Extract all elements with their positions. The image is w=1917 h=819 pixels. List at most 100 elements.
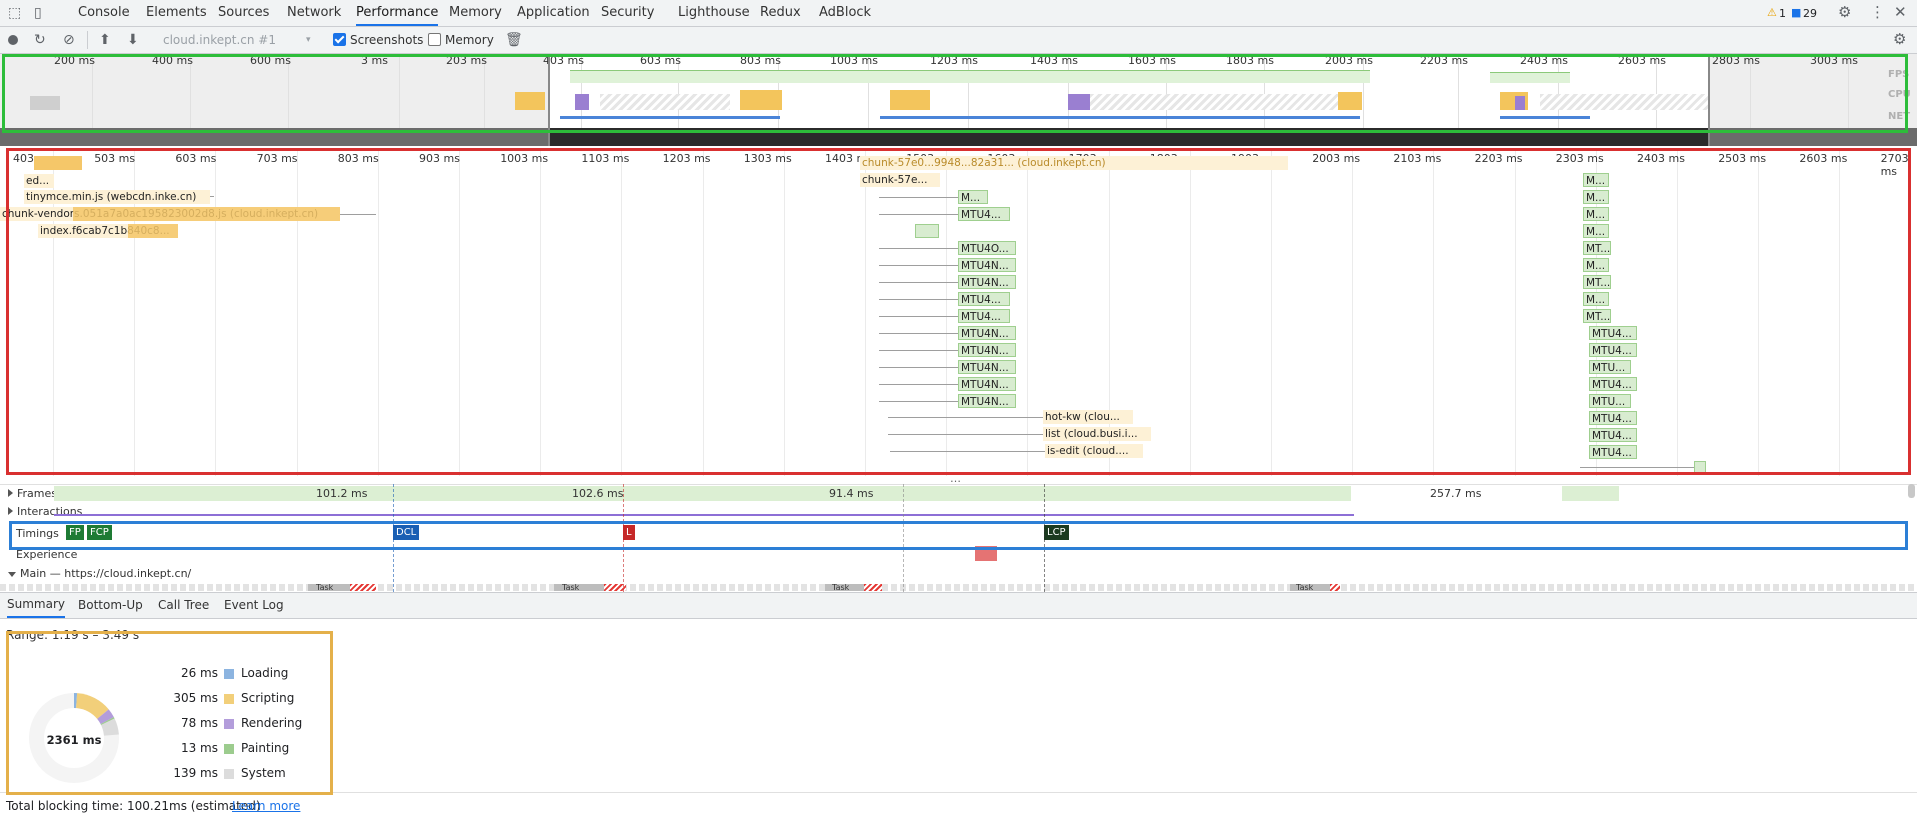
network-request-bar[interactable]: MTU4N... <box>958 258 1016 272</box>
tab-call-tree[interactable]: Call Tree <box>158 593 209 618</box>
tab-summary[interactable]: Summary <box>7 593 65 618</box>
network-request-bar[interactable]: hot-kw (clou... <box>1043 410 1133 424</box>
network-flame-area[interactable]: 403 ms503 ms603 ms703 ms803 ms903 ms1003… <box>0 148 1917 476</box>
timing-marker-fcp[interactable]: FCP <box>87 525 112 540</box>
timing-marker-lcp[interactable]: LCP <box>1044 525 1069 540</box>
network-request-bar[interactable]: list (cloud.busi.i... <box>1043 427 1151 441</box>
tab-application[interactable]: Application <box>517 0 590 26</box>
more-options-icon[interactable]: ⋮ <box>1870 5 1885 20</box>
timings-track[interactable]: Timings FP FCP DCL L LCP <box>0 525 1917 542</box>
main-thread-toggle[interactable]: Main — https://cloud.inkept.cn/ <box>4 567 191 580</box>
tab-network[interactable]: Network <box>287 0 341 26</box>
checkbox-checked-icon[interactable] <box>333 33 346 46</box>
network-request-bar[interactable] <box>915 224 939 238</box>
network-request-bar[interactable]: M... <box>1583 207 1609 221</box>
tab-lighthouse[interactable]: Lighthouse <box>678 0 750 26</box>
capture-settings-gear-icon[interactable]: ⚙ <box>1893 32 1906 47</box>
network-request-bar[interactable]: MTU4... <box>1589 445 1637 459</box>
tab-console[interactable]: Console <box>78 0 130 26</box>
vertical-scrollbar[interactable] <box>1908 484 1915 498</box>
close-devtools-icon[interactable]: ✕ <box>1894 5 1907 20</box>
network-request-bar[interactable]: MTU4... <box>1589 326 1637 340</box>
tab-event-log[interactable]: Event Log <box>224 593 284 618</box>
network-request-bar[interactable]: MT... <box>1583 241 1611 255</box>
tab-bottom-up[interactable]: Bottom-Up <box>78 593 143 618</box>
profile-select[interactable]: cloud.inkept.cn #1 <box>163 27 276 53</box>
network-request-bar[interactable]: M... <box>1583 173 1609 187</box>
interactions-toggle[interactable]: Interactions <box>4 505 82 518</box>
frames-toggle[interactable]: Frames <box>4 487 57 500</box>
selection-handle-left[interactable] <box>548 54 550 146</box>
network-request-bar[interactable]: MTU4... <box>958 309 1010 323</box>
network-request-bar[interactable]: MTU4... <box>958 292 1010 306</box>
tab-memory[interactable]: Memory <box>449 0 502 26</box>
warning-icon[interactable]: ⚠ <box>1767 6 1777 19</box>
interactions-track[interactable]: Interactions <box>0 503 1917 520</box>
screenshots-checkbox[interactable]: Screenshots <box>333 27 423 53</box>
record-icon[interactable] <box>8 35 18 45</box>
frame-duration[interactable]: 257.7 ms <box>1430 487 1481 500</box>
device-toolbar-icon[interactable]: ▯ <box>34 6 42 20</box>
network-request-bar[interactable]: MT... <box>1583 309 1611 323</box>
network-request-bar[interactable]: chunk-57e0...9948...82a31... (cloud.inke… <box>860 156 1288 170</box>
network-request-bar[interactable]: is-edit (cloud.... <box>1045 444 1143 458</box>
timeline-overview[interactable]: 200 ms 400 ms 600 ms 3 ms 203 ms 403 ms 603 ms… <box>0 54 1917 146</box>
expand-arrow-icon[interactable] <box>8 507 13 515</box>
tab-sources[interactable]: Sources <box>218 0 269 26</box>
network-request-bar[interactable]: MTU4... <box>1589 377 1637 391</box>
main-thread-track[interactable]: Main — https://cloud.inkept.cn/ Task Tas… <box>0 566 1917 591</box>
network-request-bar[interactable]: ed... <box>24 174 54 188</box>
network-request-bar[interactable]: chunk-57e... <box>860 173 940 187</box>
network-request-bar[interactable]: M... <box>1583 190 1609 204</box>
network-request-bar[interactable]: MTU4O... <box>958 241 1016 255</box>
network-request-bar[interactable]: MTU... <box>1589 394 1631 408</box>
tab-elements[interactable]: Elements <box>146 0 207 26</box>
network-request-bar[interactable]: tinymce.min.js (webcdn.inke.cn) <box>24 190 210 204</box>
frame-duration[interactable]: 91.4 ms <box>829 487 873 500</box>
tab-redux[interactable]: Redux <box>760 0 801 26</box>
timing-marker-dcl[interactable]: DCL <box>393 525 420 540</box>
chevron-down-icon[interactable]: ▾ <box>306 35 311 45</box>
message-icon[interactable]: ■ <box>1791 6 1801 19</box>
network-request-bar[interactable]: MTU4... <box>1589 428 1637 442</box>
network-request-bar[interactable] <box>1694 461 1706 475</box>
network-request-bar[interactable]: MTU4... <box>958 207 1010 221</box>
network-request-bar[interactable]: MTU4... <box>1589 411 1637 425</box>
network-request-bar[interactable]: M... <box>1583 292 1609 306</box>
network-request-bar[interactable]: MTU4N... <box>958 360 1016 374</box>
layout-shift-marker[interactable] <box>975 546 997 561</box>
inspect-element-icon[interactable]: ⬚ <box>8 6 21 20</box>
tab-adblock[interactable]: AdBlock <box>819 0 871 26</box>
network-request-bar[interactable]: MTU4N... <box>958 326 1016 340</box>
clear-icon[interactable]: ⊘ <box>63 33 75 47</box>
network-request-bar[interactable]: M... <box>958 190 988 204</box>
learn-more-link[interactable]: Learn more <box>232 799 300 813</box>
network-request-bar[interactable]: MTU4N... <box>958 343 1016 357</box>
network-request-bar[interactable]: MTU4N... <box>958 394 1016 408</box>
garbage-collect-icon[interactable]: 🗑 <box>505 33 523 47</box>
network-request-bar[interactable]: MTU... <box>1589 360 1631 374</box>
network-request-bar[interactable] <box>34 156 82 170</box>
upload-profile-icon[interactable]: ⬆ <box>99 33 111 47</box>
network-request-bar[interactable]: M... <box>1583 258 1609 272</box>
expand-arrow-icon[interactable] <box>8 489 13 497</box>
selection-handle-right[interactable] <box>1708 54 1710 146</box>
timing-marker-fp[interactable]: FP <box>66 525 84 540</box>
network-request-bar[interactable]: MTU4... <box>1589 343 1637 357</box>
download-profile-icon[interactable]: ⬇ <box>127 33 139 47</box>
tab-security[interactable]: Security <box>601 0 654 26</box>
network-request-bar[interactable]: MTU4N... <box>958 275 1016 289</box>
network-request-bar[interactable]: MTU4N... <box>958 377 1016 391</box>
memory-checkbox[interactable]: Memory <box>428 27 494 53</box>
collapse-arrow-icon[interactable] <box>8 572 16 577</box>
frame-duration[interactable]: 102.6 ms <box>572 487 623 500</box>
reload-record-icon[interactable]: ↻ <box>34 33 46 47</box>
settings-gear-icon[interactable]: ⚙ <box>1838 5 1851 20</box>
checkbox-unchecked-icon[interactable] <box>428 33 441 46</box>
frames-track[interactable]: Frames 101.2 ms 102.6 ms 91.4 ms 257.7 m… <box>0 484 1917 502</box>
network-request-bar[interactable]: MT... <box>1583 275 1611 289</box>
network-request-bar[interactable]: M... <box>1583 224 1609 238</box>
frame-duration[interactable]: 101.2 ms <box>316 487 367 500</box>
timing-marker-load[interactable]: L <box>623 525 635 540</box>
tab-performance[interactable]: Performance <box>356 0 439 26</box>
